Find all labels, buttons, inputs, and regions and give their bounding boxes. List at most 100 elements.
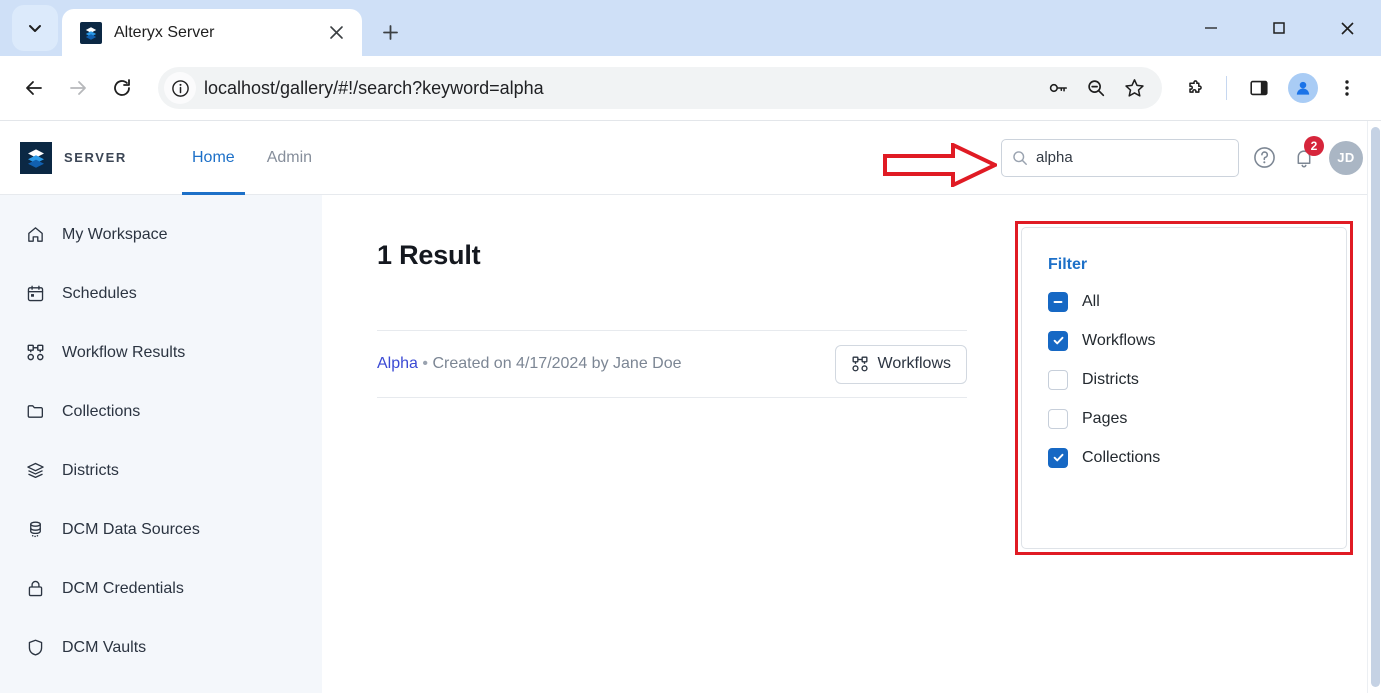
nav-tab-home[interactable]: Home — [178, 121, 249, 195]
result-name-link[interactable]: Alpha — [377, 355, 418, 372]
search-input[interactable]: alpha — [1001, 139, 1239, 177]
filter-option-workflows[interactable]: Workflows — [1048, 321, 1320, 360]
sidebar-item-dcm-credentials[interactable]: DCM Credentials — [0, 559, 322, 618]
result-row-text: Alpha • Created on 4/17/2024 by Jane Doe — [377, 355, 835, 373]
main-content: 1 Result Alpha • Created on 4/17/2024 by… — [322, 195, 1381, 693]
extensions-button[interactable] — [1174, 68, 1214, 108]
red-arrow-annotation — [883, 143, 997, 187]
new-tab-button[interactable] — [370, 12, 410, 52]
window-controls — [1177, 0, 1381, 56]
close-icon — [1339, 20, 1356, 37]
sidebar-item-label: Districts — [62, 462, 119, 480]
sidebar-item-dcm-data-sources[interactable]: DCM Data Sources — [0, 500, 322, 559]
filter-option-all[interactable]: All — [1048, 282, 1320, 321]
zoom-button[interactable] — [1078, 70, 1114, 106]
search-icon — [1012, 150, 1028, 166]
checkbox-checked-icon[interactable] — [1048, 331, 1068, 351]
app-header: SERVER Home Admin — [0, 121, 1381, 195]
zoom-out-icon — [1085, 77, 1107, 99]
nav-tab-admin[interactable]: Admin — [253, 121, 326, 195]
folder-icon — [24, 402, 46, 421]
workflow-nodes-icon — [24, 343, 46, 362]
browser-tab[interactable]: Alteryx Server — [62, 9, 362, 56]
info-circle-icon — [171, 79, 190, 98]
sidebar-item-label: Workflow Results — [62, 344, 185, 362]
help-button[interactable] — [1249, 143, 1279, 173]
chevron-down-icon — [27, 20, 43, 36]
bookmark-button[interactable] — [1116, 70, 1152, 106]
result-type-label: Workflows — [878, 355, 952, 373]
result-separator: • — [422, 355, 428, 372]
sidebar: My Workspace Schedules — [0, 195, 322, 693]
maximize-icon — [1271, 20, 1287, 36]
notifications-button[interactable]: 2 — [1289, 143, 1319, 173]
filter-column: Filter All — [967, 195, 1381, 693]
forward-button[interactable] — [58, 68, 98, 108]
calendar-icon — [24, 284, 46, 303]
minimize-icon — [1203, 20, 1219, 36]
sidebar-item-label: DCM Vaults — [62, 639, 146, 657]
scrollbar-thumb[interactable] — [1371, 127, 1380, 687]
browser-menu-button[interactable] — [1327, 68, 1367, 108]
nav-tab-admin-label: Admin — [267, 149, 312, 167]
address-bar[interactable]: localhost/gallery/#!/search?keyword=alph… — [158, 67, 1162, 109]
reload-button[interactable] — [102, 68, 142, 108]
maximize-button[interactable] — [1245, 0, 1313, 56]
results-list: Alpha • Created on 4/17/2024 by Jane Doe — [377, 330, 967, 398]
web-page: SERVER Home Admin — [0, 120, 1381, 693]
back-button[interactable] — [14, 68, 54, 108]
brand-logo[interactable]: SERVER — [20, 142, 178, 174]
profile-button[interactable] — [1283, 68, 1323, 108]
side-panel-icon — [1248, 77, 1270, 99]
filter-option-label: All — [1082, 293, 1100, 311]
filter-option-pages[interactable]: Pages — [1048, 399, 1320, 438]
sidebar-item-dcm-vaults[interactable]: DCM Vaults — [0, 618, 322, 677]
sidebar-item-label: DCM Data Sources — [62, 521, 200, 539]
primary-nav: Home Admin — [178, 121, 326, 195]
question-circle-icon — [1252, 145, 1277, 170]
browser-toolbar: localhost/gallery/#!/search?keyword=alph… — [0, 56, 1381, 120]
plus-icon — [382, 24, 399, 41]
filter-annotation-box: Filter All — [1015, 221, 1353, 555]
filter-option-districts[interactable]: Districts — [1048, 360, 1320, 399]
shield-icon — [24, 638, 46, 657]
tab-strip: Alteryx Server — [0, 0, 1381, 56]
result-type-button[interactable]: Workflows — [835, 345, 968, 384]
nav-tab-home-label: Home — [192, 149, 235, 167]
avatar[interactable]: JD — [1329, 141, 1363, 175]
sidebar-item-collections[interactable]: Collections — [0, 382, 322, 441]
result-meta: Created on 4/17/2024 by Jane Doe — [432, 355, 681, 372]
password-manager-button[interactable] — [1040, 70, 1076, 106]
browser-window: Alteryx Server — [0, 0, 1381, 693]
tab-title: Alteryx Server — [114, 24, 310, 42]
filter-option-label: Collections — [1082, 449, 1160, 467]
sidebar-item-schedules[interactable]: Schedules — [0, 264, 322, 323]
filter-option-collections[interactable]: Collections — [1048, 438, 1320, 477]
sidebar-item-my-workspace[interactable]: My Workspace — [0, 205, 322, 264]
checkbox-indeterminate-icon[interactable] — [1048, 292, 1068, 312]
sidebar-item-workflow-results[interactable]: Workflow Results — [0, 323, 322, 382]
site-info-button[interactable] — [164, 72, 196, 104]
close-icon[interactable] — [322, 19, 350, 47]
checkbox-unchecked-icon[interactable] — [1048, 370, 1068, 390]
checkbox-checked-icon[interactable] — [1048, 448, 1068, 468]
page-scrollbar[interactable] — [1367, 121, 1381, 693]
tab-search-button[interactable] — [12, 5, 58, 51]
checkbox-unchecked-icon[interactable] — [1048, 409, 1068, 429]
side-panel-button[interactable] — [1239, 68, 1279, 108]
person-icon — [1288, 73, 1318, 103]
table-row: Alpha • Created on 4/17/2024 by Jane Doe — [377, 330, 967, 398]
star-icon — [1123, 77, 1146, 100]
sidebar-item-districts[interactable]: Districts — [0, 441, 322, 500]
three-dots-vertical-icon — [1337, 78, 1357, 98]
toolbar-divider — [1226, 76, 1227, 100]
filter-option-label: Districts — [1082, 371, 1139, 389]
database-icon — [24, 520, 46, 539]
filter-option-label: Pages — [1082, 410, 1127, 428]
url-text: localhost/gallery/#!/search?keyword=alph… — [204, 78, 1040, 99]
sidebar-item-label: DCM Credentials — [62, 580, 184, 598]
results-column: 1 Result Alpha • Created on 4/17/2024 by… — [322, 195, 967, 693]
window-close-button[interactable] — [1313, 0, 1381, 56]
minimize-button[interactable] — [1177, 0, 1245, 56]
filter-option-label: Workflows — [1082, 332, 1156, 350]
